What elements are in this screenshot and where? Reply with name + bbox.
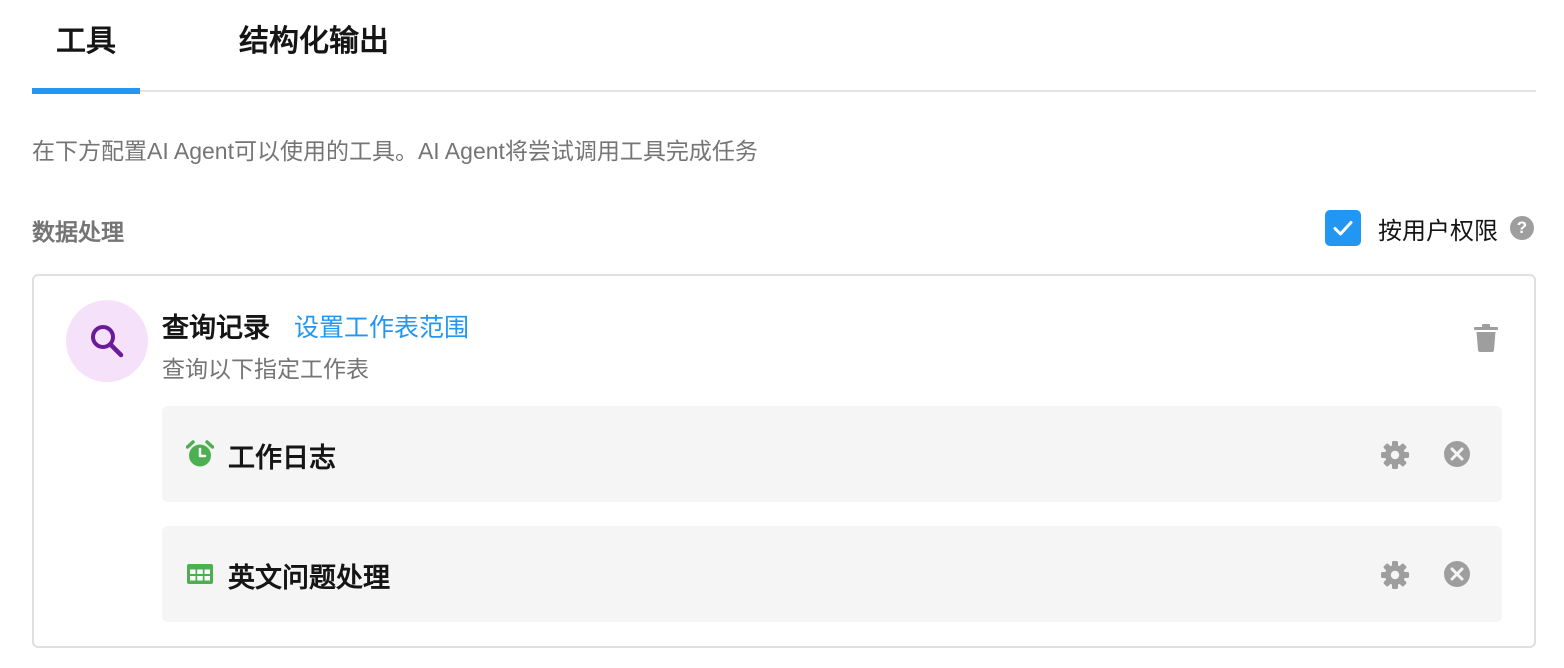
tab-bar: 工具 结构化输出 (32, 0, 1536, 94)
alarm-clock-icon (186, 440, 214, 467)
gear-icon[interactable] (1380, 560, 1410, 590)
tool-subtitle: 查询以下指定工作表 (162, 356, 369, 382)
tools-description: 在下方配置AI Agent可以使用的工具。AI Agent将尝试调用工具完成任务 (32, 138, 758, 164)
permission-toggle: 按用户权限 ? (1325, 208, 1534, 248)
tool-title: 查询记录 (162, 313, 270, 343)
table-grid-icon (187, 564, 213, 584)
permission-checkbox[interactable] (1325, 210, 1361, 246)
remove-circle-icon[interactable] (1443, 560, 1471, 588)
search-icon (91, 325, 124, 358)
set-sheet-scope-link[interactable]: 设置工作表范围 (294, 308, 469, 344)
section-title-data-processing: 数据处理 (32, 219, 124, 245)
permission-label: 按用户权限 (1378, 217, 1498, 245)
remove-circle-icon[interactable] (1443, 440, 1471, 468)
gear-icon[interactable] (1380, 440, 1410, 470)
sheet-item-english-issues: 英文问题处理 (162, 526, 1502, 622)
sheet-name: 工作日志 (228, 443, 336, 473)
sheet-item-work-log: 工作日志 (162, 406, 1502, 502)
trash-icon[interactable] (1474, 324, 1498, 352)
tab-structured-output[interactable]: 结构化输出 (236, 0, 392, 92)
query-records-tool-card: 查询记录 设置工作表范围 查询以下指定工作表 工作日志 英文问题处理 (32, 274, 1536, 648)
tool-icon-badge (66, 300, 148, 382)
sheet-name: 英文问题处理 (228, 563, 390, 593)
tab-tools[interactable]: 工具 (32, 0, 140, 94)
check-icon (1333, 221, 1353, 236)
help-icon[interactable]: ? (1510, 216, 1534, 240)
